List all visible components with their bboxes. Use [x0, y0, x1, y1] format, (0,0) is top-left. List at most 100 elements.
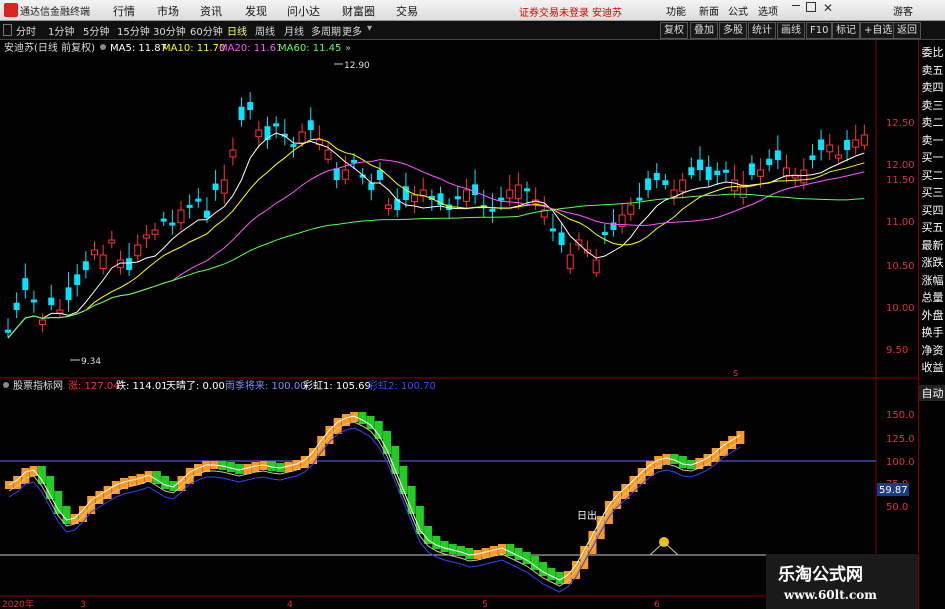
indicator-bar: [374, 421, 383, 439]
tab-intraday[interactable]: 分时: [16, 23, 36, 38]
candle-body: [844, 139, 851, 150]
menu-wealth[interactable]: 财富圈: [342, 3, 375, 19]
overlay-button[interactable]: 叠加: [690, 22, 718, 39]
chart-title: 安迪苏(日线 前复权): [4, 41, 95, 54]
menu-news[interactable]: 资讯: [200, 3, 222, 19]
chevron-down-icon[interactable]: ▾: [367, 23, 372, 34]
sidebar-item[interactable]: 卖三: [919, 97, 945, 113]
menu-trade[interactable]: 交易: [396, 3, 418, 19]
settings-icon[interactable]: [3, 382, 9, 388]
settings-icon[interactable]: [100, 44, 106, 50]
menu-new-layout[interactable]: 新面: [699, 3, 719, 18]
draw-line-button[interactable]: 画线: [777, 22, 805, 39]
indicator-bar: [736, 431, 745, 444]
candle-body: [195, 198, 202, 202]
tab-30min[interactable]: 30分钟: [153, 23, 186, 38]
indicator-tick: 100.0: [886, 457, 915, 468]
tab-1min[interactable]: 1分钟: [48, 23, 74, 38]
tab-daily[interactable]: 日线: [227, 23, 247, 38]
price-tick: 11.50: [886, 175, 915, 186]
sidebar-item[interactable]: 涨幅: [919, 272, 945, 288]
tab-monthly[interactable]: 月线: [284, 23, 304, 38]
candle-body: [454, 196, 461, 200]
user-label[interactable]: 游客: [893, 3, 913, 18]
maximize-icon[interactable]: [806, 2, 816, 12]
sidebar-item[interactable]: 卖四: [919, 79, 945, 95]
candle-body: [91, 249, 98, 256]
sidebar-item[interactable]: 净资: [919, 342, 945, 358]
candle-body: [82, 261, 89, 270]
x-axis-label: 2020年: [2, 598, 34, 609]
candle-body: [506, 189, 514, 199]
sidebar-item[interactable]: 委比: [919, 44, 945, 60]
candle-body: [247, 102, 254, 110]
sidebar-item[interactable]: 卖一: [919, 132, 945, 148]
sidebar-item[interactable]: 买五: [919, 219, 945, 235]
menu-functions[interactable]: 功能: [666, 3, 686, 18]
chevron-right-icon[interactable]: »: [345, 43, 351, 54]
collapse-icon[interactable]: [3, 24, 12, 36]
tab-weekly[interactable]: 周线: [255, 23, 275, 38]
close-icon[interactable]: ✕: [823, 1, 833, 15]
candle-body: [203, 210, 210, 218]
sidebar-item[interactable]: 买二: [919, 167, 945, 183]
sidebar-item[interactable]: 最新: [919, 237, 945, 253]
indicator-rain-value: 雨季将来: 100.00: [225, 380, 307, 392]
menu-discover[interactable]: 发现: [245, 3, 267, 19]
f10-button[interactable]: F10: [806, 22, 833, 39]
sidebar-item[interactable]: 自动: [919, 385, 945, 401]
back-button[interactable]: 返回: [893, 22, 921, 39]
tab-15min[interactable]: 15分钟: [117, 23, 150, 38]
menu-market[interactable]: 市场: [157, 3, 179, 19]
candle-body: [126, 258, 133, 270]
minimize-icon[interactable]: [792, 5, 800, 6]
candle-body: [220, 179, 228, 194]
add-watchlist-button[interactable]: +自选: [860, 22, 897, 39]
x-axis-label: 4: [287, 600, 293, 609]
indicator-down-value: 跌: 114.01: [116, 379, 168, 392]
sidebar-item[interactable]: 卖二: [919, 114, 945, 130]
sidebar-item[interactable]: 外盘: [919, 307, 945, 323]
restore-rights-button[interactable]: 复权: [660, 22, 688, 39]
candle-body: [697, 159, 703, 170]
menu-assistant[interactable]: 问小达: [287, 3, 320, 19]
tab-more[interactable]: 更多: [342, 23, 362, 38]
tab-60min[interactable]: 60分钟: [190, 23, 223, 38]
statistics-button[interactable]: 统计: [748, 22, 776, 39]
menu-bar: 通达信金融终端 行情 市场 资讯 发现 问小达 财富圈 交易 证券交易未登录 安…: [0, 0, 945, 21]
candle-body: [13, 302, 20, 310]
indicator-tick: 150.0: [886, 410, 915, 421]
sidebar-item[interactable]: 收益: [919, 359, 945, 375]
mark-button[interactable]: 标记: [832, 22, 860, 39]
candle-body: [601, 231, 608, 235]
multi-stock-button[interactable]: 多股: [719, 22, 747, 39]
candle-body: [826, 144, 834, 153]
candle-body: [142, 234, 150, 239]
candle-body: [65, 287, 72, 300]
candle-body: [376, 169, 383, 180]
login-notice[interactable]: 证券交易未登录: [519, 4, 589, 19]
sidebar-item[interactable]: 涨跌: [919, 254, 945, 270]
price-tick: 10.50: [886, 261, 915, 272]
menu-quotes[interactable]: 行情: [113, 3, 135, 19]
candle-body: [731, 179, 739, 192]
current-value: 59.87: [879, 485, 908, 496]
tab-multi-period[interactable]: 多周期: [311, 23, 341, 38]
sidebar-item[interactable]: 买三: [919, 184, 945, 200]
menu-options[interactable]: 选项: [758, 3, 778, 18]
sidebar-item[interactable]: 买四: [919, 202, 945, 218]
price-tick: 9.50: [886, 345, 908, 356]
candle-body: [169, 222, 176, 226]
indicator-rainbow1-value: 彩虹1: 105.69: [303, 380, 371, 392]
indicator-bar: [506, 544, 515, 556]
candle-body: [514, 184, 522, 200]
sidebar-item[interactable]: 总量: [919, 289, 945, 305]
menu-formula[interactable]: 公式: [728, 3, 748, 18]
sidebar-item[interactable]: 买一: [919, 149, 945, 165]
candle-body: [800, 169, 808, 184]
indicator-bar: [62, 506, 71, 524]
sidebar-item[interactable]: 卖五: [919, 62, 945, 78]
sidebar-item[interactable]: 换手: [919, 324, 945, 340]
candle-body: [39, 319, 47, 325]
tab-5min[interactable]: 5分钟: [83, 23, 109, 38]
